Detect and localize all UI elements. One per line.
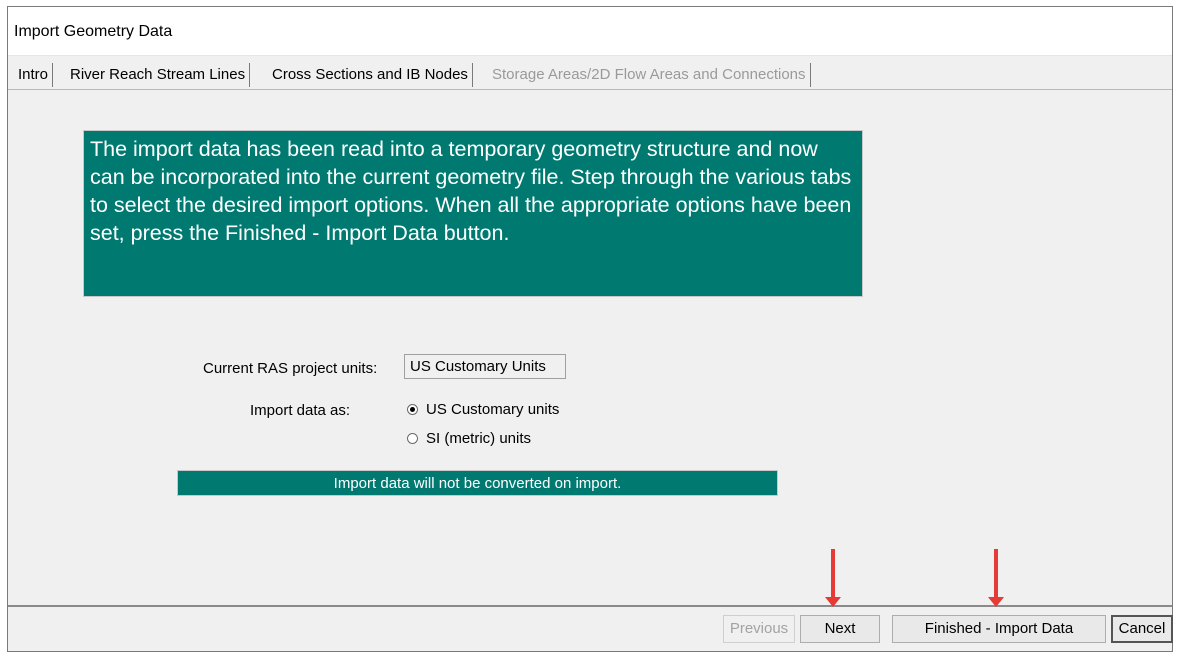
radio-us-customary-label: US Customary units bbox=[426, 401, 560, 418]
radio-si-metric[interactable]: SI (metric) units bbox=[407, 430, 531, 447]
finished-import-data-button[interactable]: Finished - Import Data bbox=[892, 615, 1106, 643]
intro-tab-panel: The import data has been read into a tem… bbox=[8, 89, 1172, 607]
tab-strip: Intro River Reach Stream Lines Cross Sec… bbox=[8, 59, 1172, 89]
tab-intro[interactable]: Intro bbox=[12, 63, 54, 87]
window-title: Import Geometry Data bbox=[14, 23, 173, 40]
info-message-box: The import data has been read into a tem… bbox=[83, 130, 863, 297]
radio-unselected-icon bbox=[407, 433, 418, 444]
annotation-arrow-next-icon bbox=[825, 549, 841, 607]
import-geometry-window: Import Geometry Data Intro River Reach S… bbox=[7, 6, 1173, 652]
radio-us-customary[interactable]: US Customary units bbox=[407, 401, 559, 418]
conversion-status-bar: Import data will not be converted on imp… bbox=[177, 470, 778, 496]
radio-selected-icon bbox=[407, 404, 418, 415]
cancel-button[interactable]: Cancel bbox=[1111, 615, 1173, 643]
radio-si-metric-label: SI (metric) units bbox=[426, 430, 532, 447]
tab-river-reach-stream-lines[interactable]: River Reach Stream Lines bbox=[64, 63, 251, 87]
import-data-as-label: Import data as: bbox=[250, 402, 351, 419]
tab-cross-sections-ib-nodes[interactable]: Cross Sections and IB Nodes bbox=[266, 63, 473, 87]
dialog-footer: Previous Next Finished - Import Data Can… bbox=[8, 605, 1173, 651]
title-bar: Import Geometry Data bbox=[8, 7, 1172, 56]
current-units-field: US Customary Units bbox=[404, 354, 566, 379]
current-units-label: Current RAS project units: bbox=[203, 360, 378, 377]
tab-storage-areas-2d-flow: Storage Areas/2D Flow Areas and Connecti… bbox=[486, 63, 811, 87]
next-button[interactable]: Next bbox=[800, 615, 880, 643]
previous-button: Previous bbox=[723, 615, 795, 643]
annotation-arrow-finish-icon bbox=[988, 549, 1004, 607]
